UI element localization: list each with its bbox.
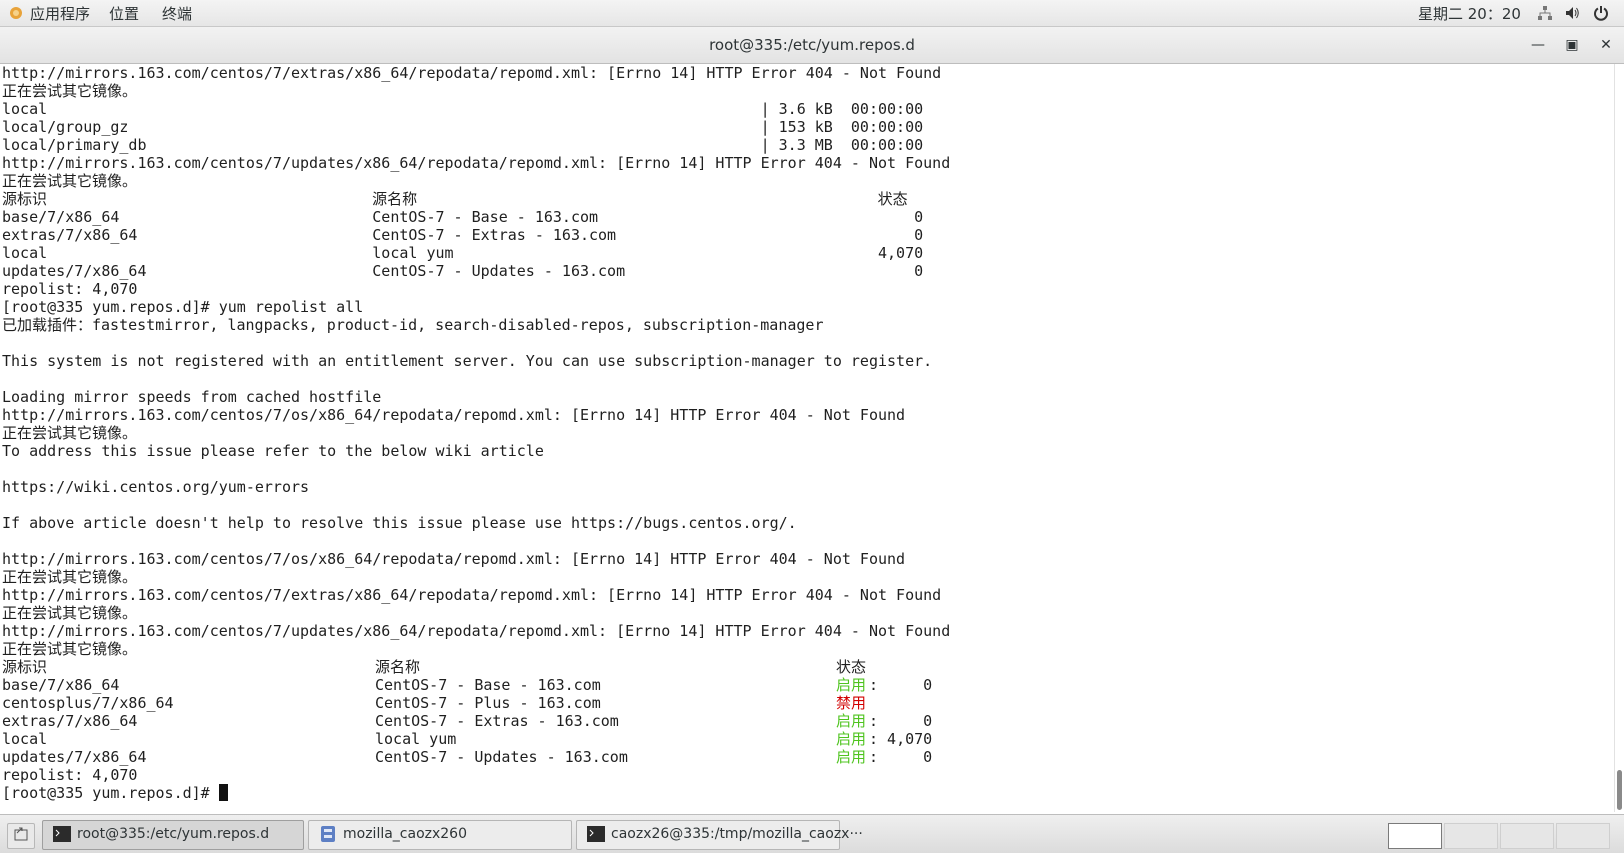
repo-table-row: local local yum 启用: 4,070: [2, 730, 1614, 748]
close-button[interactable]: ✕: [1596, 35, 1616, 55]
terminal-line: http://mirrors.163.com/centos/7/extras/x…: [2, 64, 942, 82]
task-terminal-caozx[interactable]: caozx26@335:/tmp/mozilla_caozx···: [576, 820, 863, 850]
terminal-line: 正在尝试其它镜像。: [2, 568, 138, 586]
clock[interactable]: 星期二 20：20: [1418, 3, 1521, 24]
prompt-text: [root@335 yum.repos.d]#: [2, 784, 219, 802]
terminal-cursor: [218, 784, 228, 801]
repo-status: 启用: [836, 748, 867, 766]
terminal-line: repolist: 4,070: [2, 280, 138, 298]
workspace-3[interactable]: [1500, 823, 1554, 849]
repo-name: CentOS-7 - Plus - 163.com: [375, 694, 601, 712]
repo-count: : 0: [869, 712, 933, 730]
terminal-line: https://wiki.centos.org/yum-errors: [2, 478, 310, 496]
terminal-line: http://mirrors.163.com/centos/7/updates/…: [2, 154, 951, 172]
terminal-line: If above article doesn't help to resolve…: [2, 514, 797, 532]
file-manager-icon: [321, 826, 335, 842]
terminal-line: updates/7/x86_64 CentOS-7 - Updates - 16…: [2, 262, 924, 280]
repolist-summary: repolist: 4,070: [2, 766, 138, 784]
repo-table-row: updates/7/x86_64 CentOS-7 - Updates - 163…: [2, 748, 1614, 766]
repo-id: local: [2, 730, 48, 748]
workspace-1[interactable]: [1388, 823, 1442, 849]
repo-id: centosplus/7/x86_64: [2, 694, 174, 712]
terminal-line: local/primary_db | 3.3 MB 00:00:00: [2, 136, 924, 154]
repo-status: 禁用: [836, 694, 867, 712]
terminal-line: http://mirrors.163.com/centos/7/os/x86_6…: [2, 406, 906, 424]
terminal-line: 正在尝试其它镜像。: [2, 82, 138, 100]
repo-status: 启用: [836, 676, 867, 694]
repo-table-row: centosplus/7/x86_64 CentOS-7 - Plus - 163…: [2, 694, 1614, 712]
top-panel: 应用程序 位置 终端 星期二 20：20: [0, 0, 1624, 27]
maximize-button[interactable]: ▣: [1562, 35, 1582, 55]
apps-icon[interactable]: [9, 6, 23, 20]
repo-count: : 4,070: [869, 730, 933, 748]
menu-terminal[interactable]: 终端: [162, 3, 192, 24]
task-label: root@335:/etc/yum.repos.d: [77, 826, 270, 842]
workspace-4[interactable]: [1556, 823, 1610, 849]
menu-places[interactable]: 位置: [109, 3, 139, 24]
network-icon[interactable]: [1537, 5, 1553, 21]
repo-name: local yum: [375, 730, 457, 748]
terminal-icon: [53, 826, 71, 842]
terminal-line: Loading mirror speeds from cached hostfi…: [2, 388, 382, 406]
repo-id: base/7/x86_64: [2, 676, 120, 694]
terminal-line: 已加载插件：fastestmirror, langpacks, product-…: [2, 316, 824, 334]
terminal-line: 正在尝试其它镜像。: [2, 640, 138, 658]
menu-applications[interactable]: 应用程序: [30, 3, 90, 24]
terminal-line: local local yum 4,070: [2, 244, 924, 262]
repo-table-header-cell: 源标识: [2, 658, 48, 676]
repo-name: CentOS-7 - Base - 163.com: [375, 676, 601, 694]
terminal-line: 正在尝试其它镜像。: [2, 172, 138, 190]
window-title: root@335:/etc/yum.repos.d: [709, 36, 915, 54]
task-label: caozx26@335:/tmp/mozilla_caozx···: [611, 826, 863, 842]
repo-table-header-cell: 源名称: [375, 658, 421, 676]
repo-name: CentOS-7 - Extras - 163.com: [375, 712, 619, 730]
terminal-line: http://mirrors.163.com/centos/7/extras/x…: [2, 586, 942, 604]
repo-name: CentOS-7 - Updates - 163.com: [375, 748, 628, 766]
terminal-line: 正在尝试其它镜像。: [2, 604, 138, 622]
terminal-line: To address this issue please refer to th…: [2, 442, 544, 460]
repo-table-row: extras/7/x86_64 CentOS-7 - Extras - 163.c…: [2, 712, 1614, 730]
terminal-line: 正在尝试其它镜像。: [2, 424, 138, 442]
repo-count: : 0: [869, 676, 933, 694]
terminal-line: 源标识 源名称 状态: [2, 190, 908, 208]
taskbar: root@335:/etc/yum.repos.d mozilla_caozx2…: [0, 814, 1624, 853]
task-file-manager[interactable]: mozilla_caozx260: [308, 820, 572, 850]
task-label: mozilla_caozx260: [343, 826, 467, 842]
repo-id: updates/7/x86_64: [2, 748, 147, 766]
workspace-2[interactable]: [1444, 823, 1498, 849]
terminal-line: base/7/x86_64 CentOS-7 - Base - 163.com …: [2, 208, 924, 226]
terminal-line: http://mirrors.163.com/centos/7/updates/…: [2, 622, 951, 640]
volume-icon[interactable]: [1564, 5, 1580, 21]
terminal-line: local/group_gz | 153 kB 00:00:00: [2, 118, 924, 136]
minimize-button[interactable]: —: [1528, 35, 1548, 55]
repo-table-row: base/7/x86_64 CentOS-7 - Base - 163.com 启用…: [2, 676, 1614, 694]
power-icon[interactable]: [1593, 5, 1609, 21]
repo-status: 启用: [836, 712, 867, 730]
terminal-line: http://mirrors.163.com/centos/7/os/x86_6…: [2, 550, 906, 568]
repo-id: extras/7/x86_64: [2, 712, 138, 730]
terminal-text: http://mirrors.163.com/centos/7/extras/x…: [0, 64, 1614, 802]
scrollbar[interactable]: [1614, 64, 1624, 812]
show-desktop-button[interactable]: [7, 823, 35, 849]
repo-table-header-cell: 状态: [836, 658, 867, 676]
shell-prompt: [root@335 yum.repos.d]#: [2, 784, 1614, 802]
terminal-line: extras/7/x86_64 CentOS-7 - Extras - 163.…: [2, 226, 924, 244]
window-titlebar[interactable]: root@335:/etc/yum.repos.d — ▣ ✕: [0, 27, 1624, 64]
terminal-output[interactable]: http://mirrors.163.com/centos/7/extras/x…: [0, 64, 1614, 812]
repo-count: : 0: [869, 748, 933, 766]
terminal-icon: [587, 826, 605, 842]
repo-table-header: 源标识 源名称 状态: [2, 658, 1614, 676]
terminal-line: [root@335 yum.repos.d]# yum repolist all: [2, 298, 364, 316]
scrollbar-thumb[interactable]: [1617, 770, 1622, 810]
terminal-line: local | 3.6 kB 00:00:00: [2, 100, 924, 118]
repo-status: 启用: [836, 730, 867, 748]
terminal-line: This system is not registered with an en…: [2, 352, 933, 370]
task-terminal-root[interactable]: root@335:/etc/yum.repos.d: [42, 820, 304, 850]
show-desktop-icon: [14, 827, 28, 841]
